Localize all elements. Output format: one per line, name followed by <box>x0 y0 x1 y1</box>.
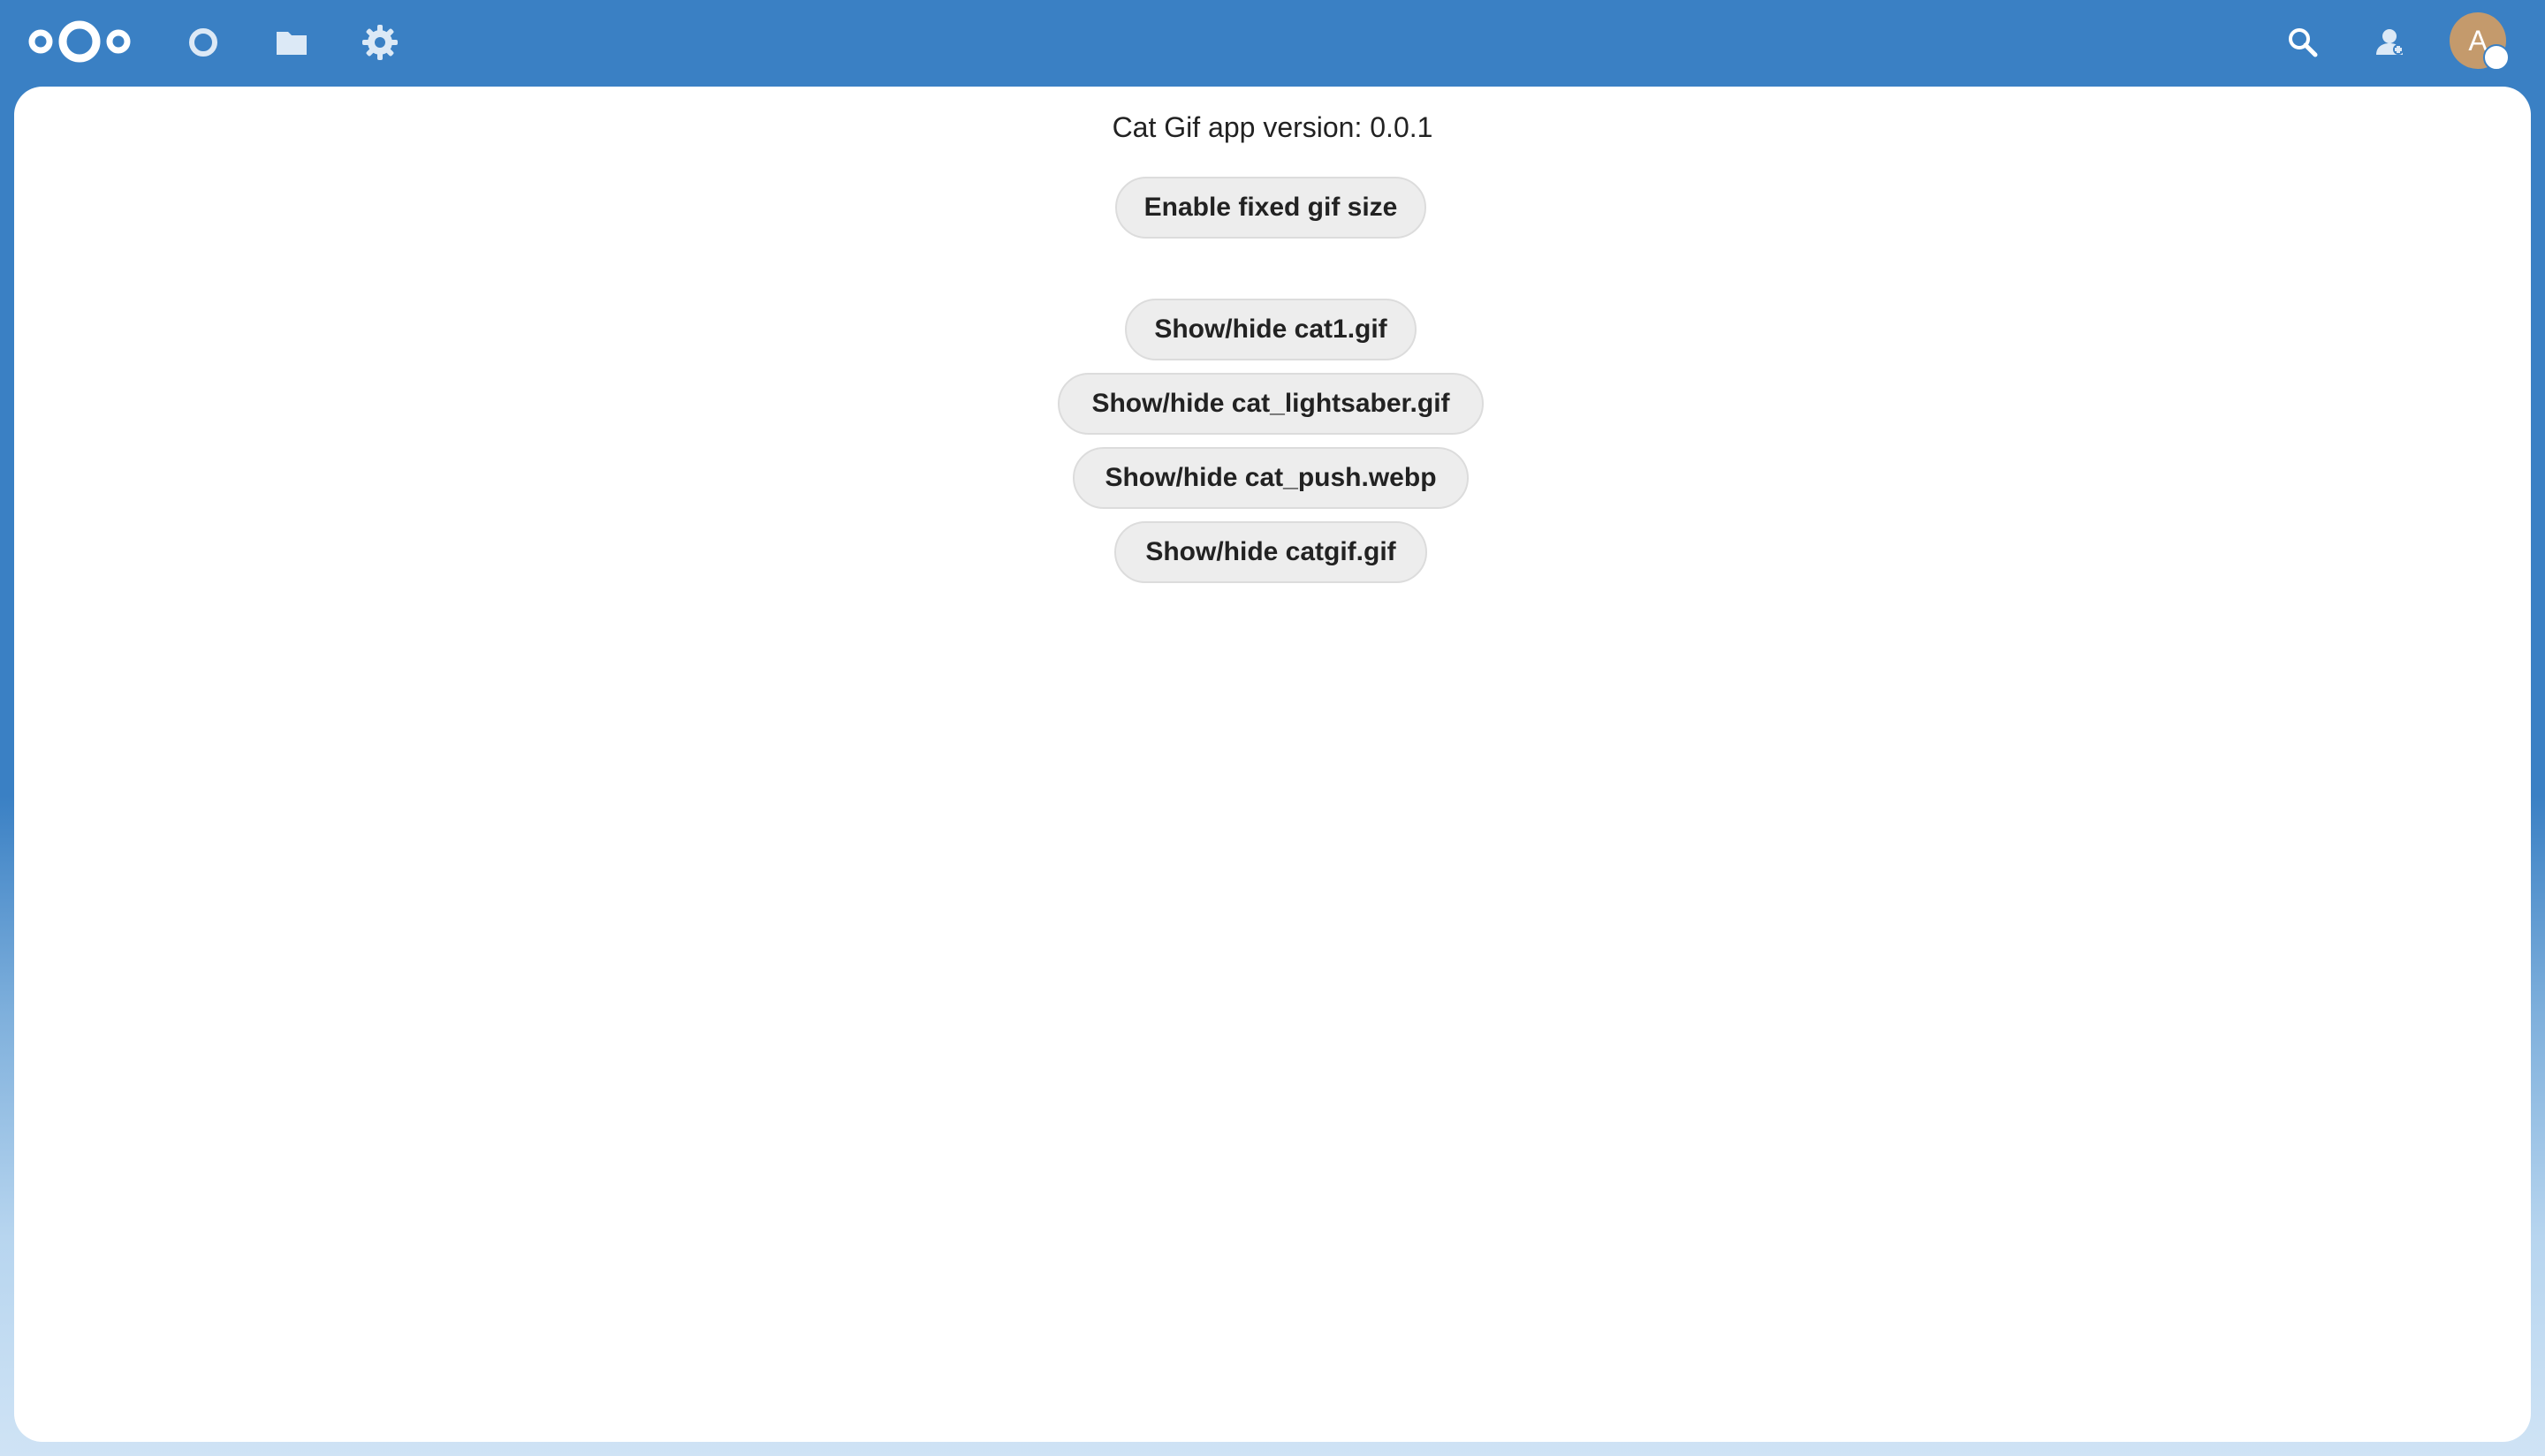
user-status-indicator <box>2483 44 2510 71</box>
enable-fixed-gif-size-button[interactable]: Enable fixed gif size <box>1115 177 1426 239</box>
files-folder-icon[interactable] <box>269 19 315 65</box>
toggle-cat-push-webp-button[interactable]: Show/hide cat_push.webp <box>1073 447 1469 509</box>
nextcloud-logo-icon[interactable] <box>25 16 134 67</box>
dashboard-circle-icon[interactable] <box>180 19 226 65</box>
contacts-icon[interactable] <box>2365 18 2414 67</box>
top-header: A <box>0 0 2545 85</box>
settings-gear-icon[interactable] <box>357 19 403 65</box>
toggle-cat-lightsaber-gif-button[interactable]: Show/hide cat_lightsaber.gif <box>1058 373 1484 435</box>
toggle-catgif-gif-button[interactable]: Show/hide catgif.gif <box>1114 521 1427 583</box>
app-version-text: Cat Gif app version: 0.0.1 <box>1112 111 1433 143</box>
toggle-cat1-gif-button[interactable]: Show/hide cat1.gif <box>1125 299 1417 360</box>
app-content: Cat Gif app version: 0.0.1 Enable fixed … <box>14 87 2531 1442</box>
search-icon[interactable] <box>2278 18 2328 67</box>
